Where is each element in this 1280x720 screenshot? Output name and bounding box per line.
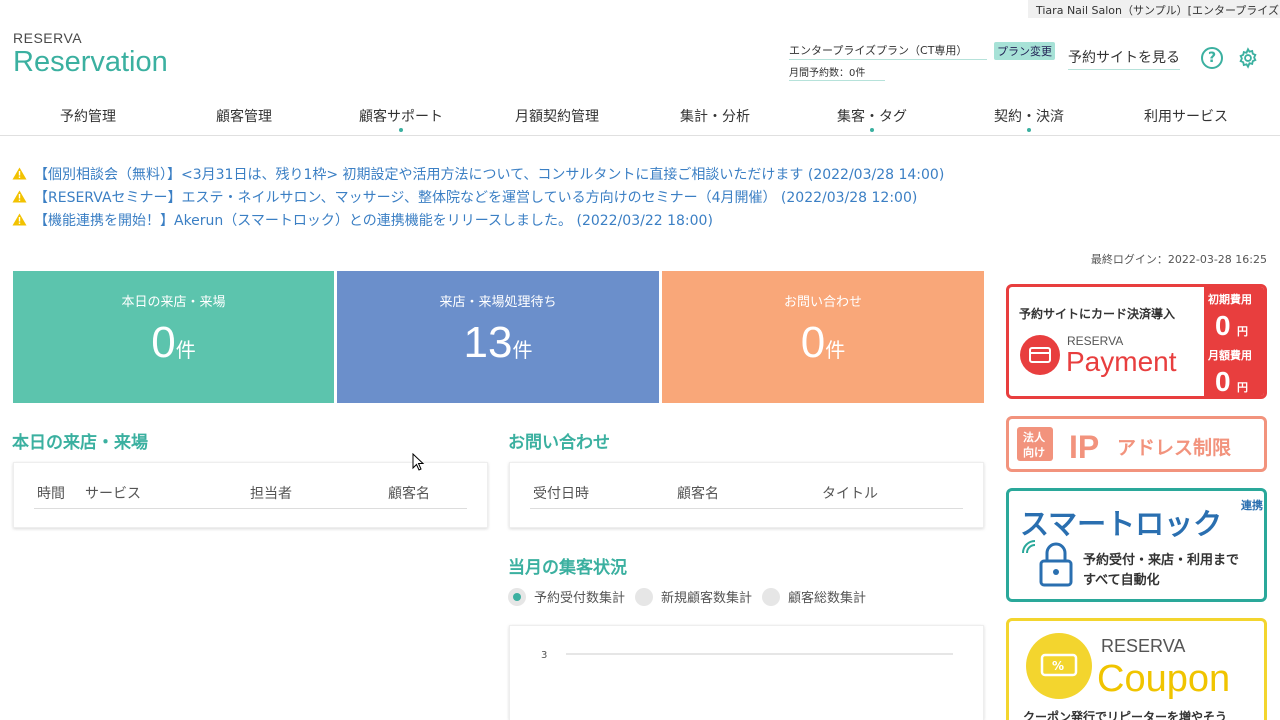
- coupon-brand-small: RESERVA: [1101, 636, 1185, 656]
- chart-canvas: 3: [541, 650, 953, 661]
- stat-card-today-visits[interactable]: 本日の来店・来場 0件: [13, 271, 334, 403]
- ip-banner-art: 法人 向け IP アドレス制限: [1017, 427, 1231, 465]
- last-login: 最終ログイン：2022-03-28 16:25: [1090, 253, 1267, 266]
- coupon-percent: %: [1052, 659, 1064, 673]
- dropdown-dot-icon: [870, 128, 874, 132]
- news-list: 【個別相談会（無料）】<3月31日は、残り1枠> 初期設定や活用方法について、コ…: [12, 162, 944, 231]
- y-axis-tick: 3: [541, 650, 547, 661]
- monthly-status-title: 当月の集客状況: [508, 558, 627, 578]
- smartlock-banner[interactable]: スマートロック 連携 予約受付・来店・利用まで すべて自動化: [1006, 488, 1267, 602]
- column-header: 顧客名: [677, 486, 719, 502]
- smartlock-line1: 予約受付・来店・利用まで: [1083, 552, 1239, 568]
- monthly-bookings: 月間予約数：0件: [789, 62, 885, 81]
- mouse-cursor-icon: [412, 453, 425, 471]
- initial-fee-label: 初期費用: [1208, 292, 1252, 306]
- stat-card-pending-visits[interactable]: 来店・来場処理待ち 13件: [337, 271, 659, 403]
- inquiries-table: 受付日時 顧客名 タイトル: [509, 462, 984, 528]
- coupon-brand-big: Coupon: [1097, 658, 1230, 700]
- column-header: 時間: [37, 486, 65, 502]
- column-header: タイトル: [822, 486, 878, 502]
- news-item[interactable]: 【機能連携を開始！】Akerun（スマートロック）との連携機能をリリースしました…: [12, 208, 944, 231]
- divider: [530, 508, 963, 509]
- warning-icon: [12, 167, 27, 180]
- monthly-chart: 3: [509, 625, 984, 720]
- reserva-logo[interactable]: RESERVA Reservation: [13, 30, 168, 78]
- initial-fee-value: 0: [1215, 310, 1231, 341]
- radio-total-customers[interactable]: [762, 587, 781, 606]
- payment-headline: 予約サイトにカード決済導入: [1019, 306, 1175, 321]
- smartlock-banner-art: スマートロック 連携 予約受付・来店・利用まで すべて自動化: [1020, 498, 1263, 588]
- view-booking-site-link[interactable]: 予約サイトを見る: [1068, 47, 1180, 70]
- yen-unit: 円: [1237, 381, 1248, 394]
- column-header: 顧客名: [388, 486, 430, 502]
- main-nav: 予約管理 顧客管理 顧客サポート 月額契約管理 集計・分析 集客・タグ 契約・決…: [0, 100, 1280, 136]
- ip-restriction-text: アドレス制限: [1117, 436, 1231, 459]
- radio-label[interactable]: 予約受付数集計: [534, 587, 625, 606]
- nav-item-marketing-tags[interactable]: 集客・タグ: [837, 106, 907, 132]
- ip-tag-line1: 法人: [1023, 430, 1046, 444]
- salon-name-tab[interactable]: Tiara Nail Salon（サンプル）[エンタープライズ: [1028, 0, 1280, 18]
- nav-item-contracts-payments[interactable]: 契約・決済: [994, 106, 1064, 132]
- logo-product: Reservation: [13, 46, 168, 78]
- radio-label[interactable]: 新規顧客数集計: [661, 587, 752, 606]
- ip-restriction-banner[interactable]: 法人 向け IP アドレス制限: [1006, 416, 1267, 472]
- radio-new-customers[interactable]: [635, 587, 654, 606]
- radio-label[interactable]: 顧客総数集計: [788, 587, 866, 606]
- plan-change-button[interactable]: プラン変更: [994, 42, 1055, 60]
- yen-unit: 円: [1237, 325, 1248, 338]
- plan-name[interactable]: エンタープライズプラン（CT専用）: [789, 42, 987, 60]
- warning-icon: [12, 190, 27, 203]
- radio-bookings[interactable]: [508, 587, 526, 606]
- smartlock-line2: すべて自動化: [1083, 572, 1160, 588]
- inquiries-title: お問い合わせ: [508, 433, 610, 453]
- column-header: サービス: [85, 486, 141, 502]
- help-icon[interactable]: ?: [1201, 47, 1223, 69]
- nav-item-analytics[interactable]: 集計・分析: [680, 106, 750, 126]
- smartlock-title: スマートロック: [1020, 507, 1222, 541]
- plan-info: エンタープライズプラン（CT専用） 月間予約数：0件: [789, 42, 987, 81]
- logo-brand: RESERVA: [13, 30, 83, 46]
- card-icon: [1020, 335, 1060, 375]
- column-header: 受付日時: [533, 486, 589, 502]
- news-item[interactable]: 【RESERVAセミナー】エステ・ネイルサロン、マッサージ、整体院などを運営して…: [12, 185, 944, 208]
- nav-item-services[interactable]: 利用サービス: [1144, 106, 1228, 126]
- payment-brand-big: Payment: [1066, 346, 1177, 377]
- nav-item-customers[interactable]: 顧客管理: [216, 106, 272, 126]
- coupon-banner[interactable]: % RESERVA Coupon クーポン発行でリピーターを増やそう: [1006, 618, 1267, 720]
- monthly-fee-value: 0: [1215, 366, 1231, 396]
- news-item[interactable]: 【個別相談会（無料）】<3月31日は、残り1枠> 初期設定や活用方法について、コ…: [12, 162, 944, 185]
- lock-icon: [1022, 540, 1073, 587]
- dropdown-dot-icon: [1027, 128, 1031, 132]
- nav-item-monthly-contracts[interactable]: 月額契約管理: [515, 106, 599, 126]
- warning-icon: [12, 213, 27, 226]
- smartlock-tag: 連携: [1241, 498, 1263, 512]
- aggregation-radio-group: 予約受付数集計 新規顧客数集計 顧客総数集計: [508, 587, 876, 606]
- ip-text: IP: [1069, 429, 1099, 465]
- dropdown-dot-icon: [399, 128, 403, 132]
- payment-banner-art: 予約サイトにカード決済導入 RESERVA Payment 初期費用 0 円 月…: [1019, 287, 1264, 396]
- gear-icon[interactable]: [1237, 47, 1259, 69]
- nav-item-customer-support[interactable]: 顧客サポート: [359, 106, 443, 132]
- nav-item-reservations[interactable]: 予約管理: [60, 106, 116, 126]
- today-visits-title: 本日の来店・来場: [12, 433, 148, 453]
- coupon-banner-art: % RESERVA Coupon クーポン発行でリピーターを増やそう: [1023, 633, 1230, 720]
- monthly-fee-label: 月額費用: [1207, 348, 1252, 362]
- payment-banner[interactable]: 予約サイトにカード決済導入 RESERVA Payment 初期費用 0 円 月…: [1006, 284, 1267, 399]
- ip-tag-line2: 向け: [1023, 445, 1045, 459]
- divider: [34, 508, 467, 509]
- column-header: 担当者: [250, 486, 292, 502]
- coupon-footer: クーポン発行でリピーターを増やそう: [1023, 709, 1227, 720]
- stat-card-inquiries[interactable]: お問い合わせ 0件: [662, 271, 984, 403]
